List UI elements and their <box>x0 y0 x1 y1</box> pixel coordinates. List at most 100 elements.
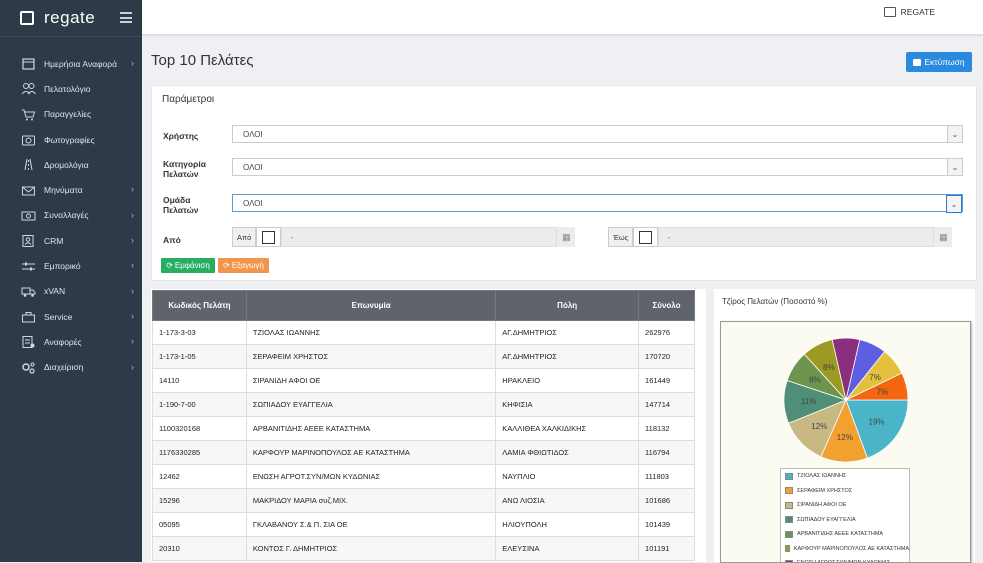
table-cell: 262976 <box>638 320 695 345</box>
chevron-down-icon: ⌄ <box>947 126 962 142</box>
table-row[interactable]: 1100320168 ΑΡΒΑΝΙΤΙΔΗΣ ΑΕΕΕ ΚΑΤΑΣΤΗΜΑ ΚΑΛΛ… <box>152 416 695 441</box>
table-header-row: Κωδικός Πελάτη Επωνυμία Πόλη Σύνολο <box>152 290 695 321</box>
sidebar-item[interactable]: Διαχείριση › <box>0 355 142 380</box>
pie-slice-label: 12% <box>811 422 827 431</box>
truck-icon <box>20 284 36 298</box>
group-label: Ομάδα Πελατών <box>163 195 199 215</box>
table-row[interactable]: 1-173-3-03 ΤΖΙΟΛΑΣ ΙΩΑΝΝΗΣ ΑΓ.ΔΗΜΗΤΡΙΟΣ 262… <box>152 320 695 345</box>
table-cell: ΑΝΩ ΛΙΟΣΙΑ <box>495 488 640 513</box>
user-select[interactable]: ΟΛΟΙ ⌄ <box>232 125 963 143</box>
sidebar-item-label: Service <box>44 311 73 322</box>
legend-item[interactable]: ΚΑΡΦΟΥΡ ΜΑΡΙΝΟΠΟΥΛΟΣ ΑΕ ΚΑΤΑΣΤΗΜΑ <box>781 542 909 557</box>
table-row[interactable]: 14110 ΣΙΡΑΝΙΔΗ ΑΦΟΙ ΟΕ ΗΡΑΚΛΕΙΟ 161449 <box>152 368 695 393</box>
legend-item[interactable]: ΣΩΠΙΑΔΟΥ ΕΥΑΓΓΕΛΙΑ <box>781 513 909 528</box>
table-cell: 170720 <box>638 344 695 369</box>
road-icon <box>20 158 36 172</box>
sidebar-item[interactable]: Συναλλαγές › <box>0 203 142 228</box>
legend-swatch <box>785 545 790 553</box>
table-cell: 1176330285 <box>152 440 247 465</box>
table-row[interactable]: 1-190-7-00 ΣΩΠΙΑΔΟΥ ΕΥΑΓΓΕΛΙΑ ΚΗΦΙΣΙΑ 14771… <box>152 392 695 417</box>
category-label: Κατηγορία Πελατών <box>163 159 206 179</box>
sidebar-item[interactable]: Δρομολόγια <box>0 152 142 177</box>
group-select-value: ΟΛΟΙ <box>243 199 263 208</box>
sidebar-item[interactable]: Φωτογραφίες <box>0 127 142 152</box>
show-button[interactable]: ⟳ Εμφάνιση <box>161 258 215 273</box>
page-title: Top 10 Πελάτες <box>151 52 254 69</box>
pie-slice-label: 19% <box>869 417 885 426</box>
customers-table: Κωδικός Πελάτη Επωνυμία Πόλη Σύνολο 1-17… <box>152 290 695 561</box>
legend-item[interactable]: ΣΙΡΑΝΙΔΗ ΑΦΟΙ ΟΕ <box>781 498 909 513</box>
chevron-right-icon: › <box>131 260 134 271</box>
parameters-panel: Παράμετροι Χρήστης ΟΛΟΙ ⌄ Κατηγορία Πελα… <box>151 85 977 281</box>
table-row[interactable]: 1-173-1-05 ΣΕΡΑΦΕΙΜ ΧΡΗΣΤΟΣ ΑΓ.ΔΗΜΗΤΡΙΟΣ 17… <box>152 344 695 369</box>
table-row[interactable]: 12462 ΕΝΩΣΗ ΑΓΡΟΤ.ΣΥΝ/ΜΩΝ ΚΥΔΩΝΙΑΣ ΝΑΥΠΛΙΟ… <box>152 464 695 489</box>
menu-toggle-icon[interactable] <box>120 12 132 26</box>
column-header[interactable]: Επωνυμία <box>245 290 497 321</box>
user-select-value: ΟΛΟΙ <box>243 130 263 139</box>
table-cell: 1-173-3-03 <box>152 320 247 345</box>
category-select[interactable]: ΟΛΟΙ ⌄ <box>232 158 963 176</box>
table-cell: ΕΛΕΥΣΙΝΑ <box>495 536 640 561</box>
refresh-icon: ⟳ <box>166 261 173 270</box>
chevron-right-icon: › <box>131 235 134 246</box>
sidebar-item[interactable]: Μηνύματα › <box>0 177 142 202</box>
pie-slice-label: 11% <box>801 397 816 406</box>
table-cell: 12462 <box>152 464 247 489</box>
group-select[interactable]: ΟΛΟΙ ⌄ <box>232 194 963 213</box>
table-row[interactable]: 1176330285 ΚΑΡΦΟΥΡ ΜΑΡΙΝΟΠΟΥΛΟΣ ΑΕ ΚΑΤΑΣΤ… <box>152 440 695 465</box>
user-card-icon <box>883 7 896 17</box>
table-row[interactable]: 20310 ΚΟΝΤΟΣ Γ. ΔΗΜΗΤΡΙΟΣ ΕΛΕΥΣΙΝΑ 101191 <box>152 536 695 561</box>
legend-swatch <box>785 487 793 495</box>
sidebar-item[interactable]: CRM › <box>0 228 142 253</box>
sidebar-item[interactable]: Αναφορές › <box>0 329 142 354</box>
table-cell: ΗΡΑΚΛΕΙΟ <box>495 368 640 393</box>
table-cell: ΑΡΒΑΝΙΤΙΔΗΣ ΑΕΕΕ ΚΑΤΑΣΤΗΜΑ <box>245 416 497 441</box>
to-checkbox-wrap <box>633 227 659 247</box>
legend-swatch <box>785 501 793 509</box>
column-header[interactable]: Κωδικός Πελάτη <box>152 290 247 321</box>
legend-item[interactable]: ΣΕΡΑΦΕΙΜ ΧΡΗΣΤΟΣ <box>781 484 909 499</box>
sidebar-item-label: Δρομολόγια <box>44 159 89 170</box>
sidebar-item[interactable]: xVAN › <box>0 279 142 304</box>
pie-slice-label: 12% <box>837 433 853 442</box>
brand-name: regate <box>44 8 96 27</box>
to-checkbox[interactable] <box>639 230 653 244</box>
calendar-icon[interactable]: ▦ <box>557 227 576 247</box>
table-cell: ΣΙΡΑΝΙΔΗ ΑΦΟΙ ΟΕ <box>245 368 497 393</box>
table-cell: ΜΑΚΡΙΔΟΥ ΜΑΡΙΑ συζ.ΜΙΧ. <box>245 488 497 513</box>
sidebar-item[interactable]: Πελατολόγιο <box>0 76 142 101</box>
legend-label: ΚΑΡΦΟΥΡ ΜΑΡΙΝΟΠΟΥΛΟΣ ΑΕ ΚΑΤΑΣΤΗΜΑ <box>793 545 909 552</box>
column-header[interactable]: Σύνολο <box>638 290 695 321</box>
calendar-icon[interactable]: ▦ <box>934 227 953 247</box>
to-date-input[interactable]: - <box>658 227 935 247</box>
sidebar-item-label: Μηνύματα <box>44 185 83 196</box>
legend-item[interactable]: ΤΖΙΟΛΑΣ ΙΩΑΝΝΗΣ <box>781 469 909 484</box>
user-label: Χρήστης <box>163 131 199 141</box>
pie-slice-label: 7% <box>869 373 881 382</box>
column-header[interactable]: Πόλη <box>495 290 640 321</box>
sidebar-item[interactable]: Παραγγελίες <box>0 102 142 127</box>
chart-box: 19% 12% 12% 11% 8% 8% 7% 7% ΤΖΙΟΛΑΣ ΙΩΑΝΝΗΣ ΣΕΡΑ… <box>720 321 971 563</box>
print-button[interactable]: Εκτύπωση <box>906 52 972 72</box>
table-cell: ΝΑΥΠΛΙΟ <box>495 464 640 489</box>
sidebar-item[interactable]: Εμπορικό › <box>0 253 142 278</box>
table-cell: 101439 <box>638 512 695 537</box>
from-date-input[interactable]: - <box>281 227 558 247</box>
table-cell: ΛΑΜΙΑ ΦΘΙΩΤΙΔΟΣ <box>495 440 640 465</box>
table-cell: 161449 <box>638 368 695 393</box>
sidebar-item[interactable]: Ημερήσια Αναφορά › <box>0 51 142 76</box>
export-button-label: Εξαγωγή <box>231 261 264 270</box>
legend-swatch <box>785 472 793 480</box>
sidebar-item-label: xVAN <box>44 286 66 297</box>
table-cell: ΚΟΝΤΟΣ Γ. ΔΗΜΗΤΡΙΟΣ <box>245 536 497 561</box>
from-checkbox[interactable] <box>262 230 276 244</box>
table-cell: ΑΓ.ΔΗΜΗΤΡΙΟΣ <box>495 320 640 345</box>
pie-slice-label: 7% <box>876 388 888 397</box>
sidebar-item[interactable]: Service › <box>0 304 142 329</box>
legend-item[interactable]: ΑΡΒΑΝΙΤΙΔΗΣ ΑΕΕΕ ΚΑΤΑΣΤΗΜΑ <box>781 527 909 542</box>
table-row[interactable]: 15296 ΜΑΚΡΙΔΟΥ ΜΑΡΙΑ συζ.ΜΙΧ. ΑΝΩ ΛΙΟΣΙΑ 10… <box>152 488 695 513</box>
legend-label: ΣΩΠΙΑΔΟΥ ΕΥΑΓΓΕΛΙΑ <box>797 516 856 523</box>
export-button[interactable]: ⟳ Εξαγωγή <box>218 258 269 273</box>
table-row[interactable]: 05095 ΓΚΛΑΒΑΝΟΥ Σ.& Π. ΣΙΑ ΟΕ ΗΛΙΟΥΠΟΛΗ 101… <box>152 512 695 537</box>
user-menu[interactable]: REGATE <box>883 7 935 17</box>
